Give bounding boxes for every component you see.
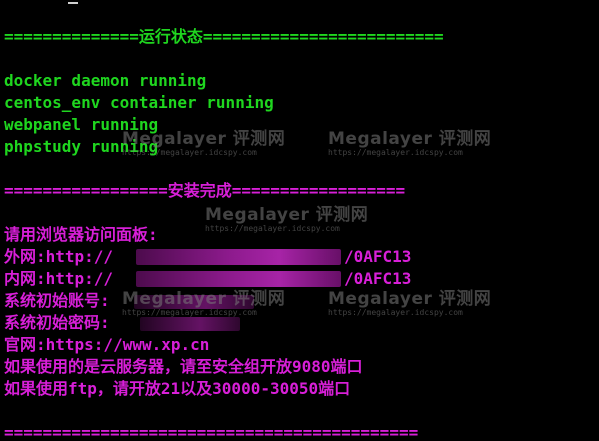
cursor-mark: [68, 2, 78, 4]
official-site: 官网:https://www.xp.cn: [4, 335, 210, 354]
password-redaction: [140, 317, 240, 331]
status-line-phpstudy: phpstudy running: [4, 137, 159, 156]
watermark-url: https://megalayer.idcspy.com: [328, 148, 463, 157]
watermark-brand: Megalayer 评测网: [328, 289, 492, 309]
password-label: 系统初始密码:: [4, 313, 110, 332]
status-line-centos: centos_env container running: [4, 93, 274, 112]
status-line-docker: docker daemon running: [4, 71, 207, 90]
internal-url-suffix: /0AFC13: [344, 269, 412, 288]
status-line-webpanel: webpanel running: [4, 115, 159, 134]
ftp-note: 如果使用ftp，请开放21以及30000-30050端口: [4, 379, 351, 398]
watermark: Megalayer 评测网 https://megalayer.idcspy.c…: [328, 130, 491, 158]
watermark: Megalayer 评测网 https://megalayer.idcspy.c…: [205, 206, 368, 234]
external-url-prefix: 外网:http://: [4, 247, 114, 266]
visit-prompt: 请用浏览器访问面板:: [4, 225, 158, 244]
internal-url-prefix: 内网:http://: [4, 269, 114, 288]
watermark-brand: Megalayer 评测网: [328, 129, 492, 149]
internal-url-redaction: [136, 271, 341, 287]
watermark-brand: Megalayer 评测网: [205, 205, 369, 225]
watermark: Megalayer 评测网 https://megalayer.idcspy.c…: [328, 290, 491, 318]
watermark-url: https://megalayer.idcspy.com: [328, 308, 463, 317]
terminal-window: ==============运行状态======================…: [0, 0, 599, 441]
status-header: ==============运行状态======================…: [4, 27, 444, 46]
watermark-url: https://megalayer.idcspy.com: [205, 224, 340, 233]
account-redaction: [134, 295, 254, 309]
install-header: =================安装完成==================: [4, 181, 406, 200]
external-url-suffix: /0AFC13: [344, 247, 412, 266]
external-url-redaction: [136, 249, 341, 265]
footer-rule: ========================================…: [4, 423, 419, 441]
account-label: 系统初始账号:: [4, 291, 110, 310]
cloud-note: 如果使用的是云服务器，请至安全组开放9080端口: [4, 357, 363, 376]
